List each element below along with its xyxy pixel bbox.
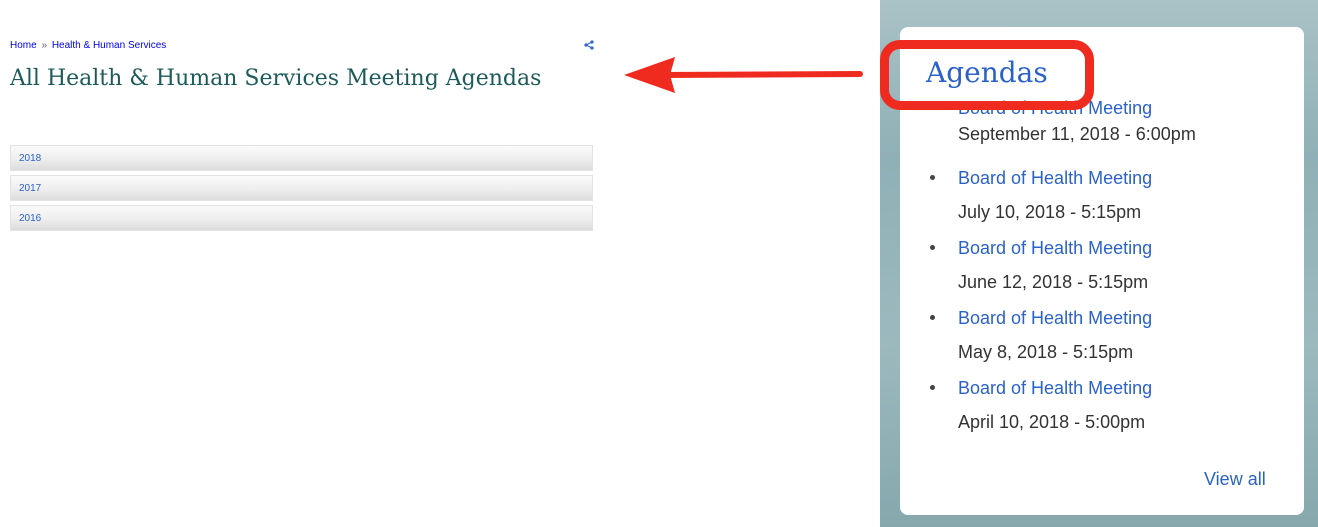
- share-icon: [584, 40, 594, 50]
- view-all-link[interactable]: View all: [1204, 467, 1266, 491]
- year-row-2018[interactable]: 2018: [10, 145, 593, 171]
- agenda-date: September 11, 2018 - 6:00pm: [958, 124, 1196, 144]
- agenda-date: May 8, 2018 - 5:15pm: [958, 342, 1134, 362]
- list-item: Board of Health Meeting May 8, 2018 - 5:…: [930, 306, 1290, 376]
- bullet: [930, 315, 935, 320]
- page-title: All Health & Human Services Meeting Agen…: [10, 66, 542, 91]
- bullet: [930, 245, 935, 250]
- breadcrumb-separator: »: [41, 40, 48, 51]
- agenda-date: June 12, 2018 - 5:15pm: [958, 272, 1149, 292]
- red-arrow-annotation: [624, 57, 863, 93]
- page-content: Home » Health & Human Services All Healt…: [0, 0, 610, 527]
- agenda-link[interactable]: Board of Health Meeting: [958, 376, 1290, 400]
- list-item: Board of Health Meeting July 10, 2018 - …: [930, 166, 1290, 236]
- bullet: [930, 175, 935, 180]
- agenda-link[interactable]: Board of Health Meeting: [958, 166, 1290, 190]
- agenda-date: April 10, 2018 - 5:00pm: [958, 412, 1146, 432]
- breadcrumb: Home » Health & Human Services: [10, 40, 166, 51]
- agenda-link[interactable]: Board of Health Meeting: [958, 306, 1290, 330]
- red-highlight-box-annotation: [880, 40, 1094, 110]
- agenda-date: July 10, 2018 - 5:15pm: [958, 202, 1142, 222]
- year-accordion: 2018 2017 2016: [10, 145, 593, 235]
- agenda-list: Board of Health Meeting September 11, 20…: [930, 98, 1290, 446]
- bullet: [930, 385, 935, 390]
- year-row-2017[interactable]: 2017: [10, 175, 593, 201]
- year-row-2016[interactable]: 2016: [10, 205, 593, 231]
- list-item: Board of Health Meeting June 12, 2018 - …: [930, 236, 1290, 306]
- breadcrumb-home-link[interactable]: Home: [10, 40, 37, 51]
- share-button[interactable]: [580, 36, 598, 54]
- agenda-link[interactable]: Board of Health Meeting: [958, 236, 1290, 260]
- breadcrumb-current-link[interactable]: Health & Human Services: [52, 40, 167, 51]
- list-item: Board of Health Meeting April 10, 2018 -…: [930, 376, 1290, 446]
